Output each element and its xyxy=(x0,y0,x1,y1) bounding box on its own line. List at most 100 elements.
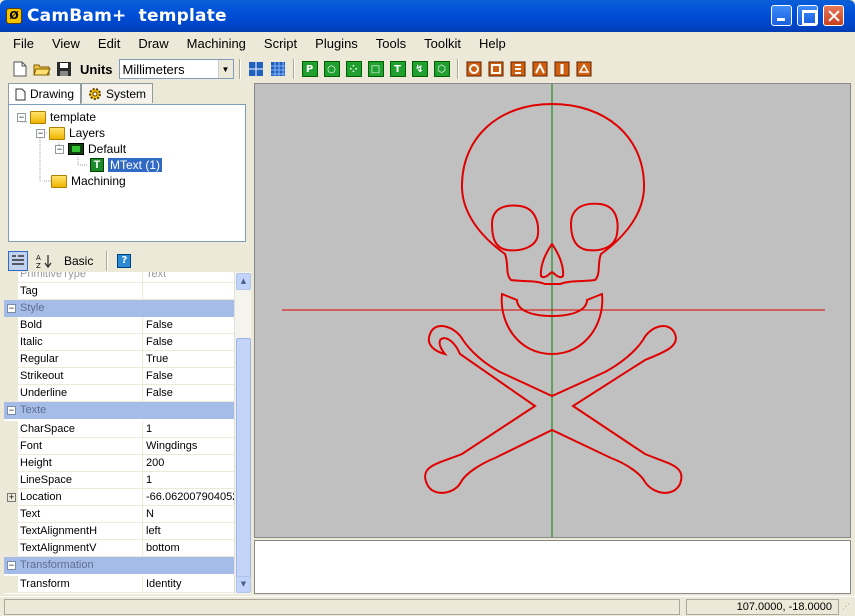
open-folder-icon[interactable] xyxy=(32,59,52,79)
grid-icon[interactable] xyxy=(268,59,288,79)
svg-text:Z: Z xyxy=(36,262,41,269)
menu-tools[interactable]: Tools xyxy=(367,33,415,55)
menu-edit[interactable]: Edit xyxy=(89,33,129,55)
main-toolbar: Units Millimeters ▼ P ○ ⁘ □ T ↯ ⬡ xyxy=(4,56,851,82)
menu-file[interactable]: File xyxy=(4,33,43,55)
panel-splitter[interactable] xyxy=(2,244,252,248)
close-button[interactable] xyxy=(823,5,844,26)
tree-node-default-layer[interactable]: − Default xyxy=(55,141,126,157)
basic-button[interactable]: Basic xyxy=(60,254,97,268)
minimize-button[interactable] xyxy=(771,5,792,26)
category-texte[interactable]: − Texte xyxy=(4,402,234,419)
collapse-icon[interactable]: − xyxy=(7,406,16,415)
new-file-icon[interactable] xyxy=(10,59,30,79)
property-value[interactable]: False xyxy=(143,385,234,402)
property-value[interactable]: Text xyxy=(143,272,234,283)
scroll-thumb[interactable] xyxy=(236,338,251,578)
collapse-icon[interactable]: − xyxy=(55,144,64,154)
property-value[interactable]: True xyxy=(143,351,234,368)
menu-plugins[interactable]: Plugins xyxy=(306,33,367,55)
property-row-location[interactable]: + Location -66.062007904052 xyxy=(4,489,234,506)
scroll-up-icon[interactable]: ▲ xyxy=(236,273,251,290)
property-row-textalignmenth[interactable]: TextAlignmentH left xyxy=(4,523,234,540)
tab-drawing[interactable]: Drawing xyxy=(8,83,82,104)
property-value[interactable]: 1 xyxy=(143,421,234,438)
collapse-icon[interactable]: − xyxy=(17,112,26,122)
profile-op-icon[interactable] xyxy=(464,59,484,79)
tree-node-root[interactable]: − template xyxy=(17,109,96,125)
property-value[interactable]: Identity xyxy=(143,576,234,593)
expand-icon[interactable]: + xyxy=(7,492,16,502)
property-row-textalignmentv[interactable]: TextAlignmentV bottom xyxy=(4,540,234,557)
property-row-regular[interactable]: Regular True xyxy=(4,351,234,368)
resize-grip-icon[interactable]: ⋰ xyxy=(842,602,853,615)
property-row-strikeout[interactable]: Strikeout False xyxy=(4,368,234,385)
property-value[interactable]: 1 xyxy=(143,472,234,489)
property-value[interactable]: False xyxy=(143,334,234,351)
app-icon[interactable]: Ø xyxy=(6,8,22,24)
property-name: PrimitiveType xyxy=(4,272,143,283)
property-value[interactable]: Wingdings xyxy=(143,438,234,455)
draw-polyline-button[interactable]: P xyxy=(300,59,320,79)
property-value[interactable] xyxy=(143,283,234,300)
menu-view[interactable]: View xyxy=(43,33,89,55)
property-row-primitivetype[interactable]: PrimitiveType Text xyxy=(4,272,234,283)
property-row-text[interactable]: Text N xyxy=(4,506,234,523)
draw-points-button[interactable]: ⁘ xyxy=(344,59,364,79)
units-dropdown[interactable]: Millimeters ▼ xyxy=(118,59,234,79)
pocket-op-icon[interactable] xyxy=(486,59,506,79)
category-style[interactable]: − Style xyxy=(4,300,234,317)
menu-draw[interactable]: Draw xyxy=(129,33,177,55)
tree-node-mtext[interactable]: T MText (1) xyxy=(90,157,163,173)
property-value[interactable]: -66.062007904052 xyxy=(143,489,234,506)
output-panel[interactable] xyxy=(254,540,851,594)
property-value[interactable]: left xyxy=(143,523,234,540)
tree-node-layers[interactable]: − Layers xyxy=(36,125,105,141)
property-row-bold[interactable]: Bold False xyxy=(4,317,234,334)
3d-op-icon[interactable] xyxy=(574,59,594,79)
property-value[interactable]: 200 xyxy=(143,455,234,472)
property-row-linespace[interactable]: LineSpace 1 xyxy=(4,472,234,489)
collapse-icon[interactable]: − xyxy=(7,561,16,570)
property-row-transform[interactable]: Transform Identity xyxy=(4,576,234,593)
draw-surface-button[interactable]: ⬡ xyxy=(432,59,452,79)
drill-op-icon[interactable] xyxy=(508,59,528,79)
tree-node-machining[interactable]: Machining xyxy=(51,173,126,189)
property-row-tag[interactable]: Tag xyxy=(4,283,234,300)
property-value[interactable]: False xyxy=(143,317,234,334)
property-value[interactable]: False xyxy=(143,368,234,385)
help-icon[interactable]: ? xyxy=(117,254,132,268)
property-value[interactable]: bottom xyxy=(143,540,234,557)
property-row-font[interactable]: Font Wingdings xyxy=(4,438,234,455)
property-name: CharSpace xyxy=(4,421,143,438)
lathe-op-icon[interactable] xyxy=(552,59,572,79)
property-value[interactable]: N xyxy=(143,506,234,523)
menu-help[interactable]: Help xyxy=(470,33,515,55)
property-row-charspace[interactable]: CharSpace 1 xyxy=(4,421,234,438)
property-row-height[interactable]: Height 200 xyxy=(4,455,234,472)
drawing-canvas[interactable] xyxy=(254,83,851,538)
save-icon[interactable] xyxy=(54,59,74,79)
collapse-icon[interactable]: − xyxy=(7,304,16,313)
property-row-italic[interactable]: Italic False xyxy=(4,334,234,351)
sort-alpha-icon[interactable]: AZ xyxy=(34,251,54,271)
categorized-view-icon[interactable] xyxy=(8,251,28,271)
draw-text-button[interactable]: T xyxy=(388,59,408,79)
maximize-button[interactable] xyxy=(797,5,818,26)
menu-machining[interactable]: Machining xyxy=(178,33,255,55)
property-row-underline[interactable]: Underline False xyxy=(4,385,234,402)
scroll-down-icon[interactable]: ▼ xyxy=(236,576,251,593)
property-scrollbar[interactable]: ▲ ▼ xyxy=(234,272,251,594)
menu-toolkit[interactable]: Toolkit xyxy=(415,33,470,55)
draw-rectangle-button[interactable]: □ xyxy=(366,59,386,79)
draw-arc-button[interactable]: ↯ xyxy=(410,59,430,79)
tab-system[interactable]: System xyxy=(81,83,154,103)
draw-circle-button[interactable]: ○ xyxy=(322,59,342,79)
snap-grid-icon[interactable] xyxy=(246,59,266,79)
menu-script[interactable]: Script xyxy=(255,33,306,55)
category-transformation[interactable]: − Transformation xyxy=(4,557,234,574)
drawing-tree: − template − Layers − Default T MText (1… xyxy=(8,104,246,242)
chevron-down-icon[interactable]: ▼ xyxy=(217,60,233,78)
collapse-icon[interactable]: − xyxy=(36,128,45,138)
engrave-op-icon[interactable] xyxy=(530,59,550,79)
